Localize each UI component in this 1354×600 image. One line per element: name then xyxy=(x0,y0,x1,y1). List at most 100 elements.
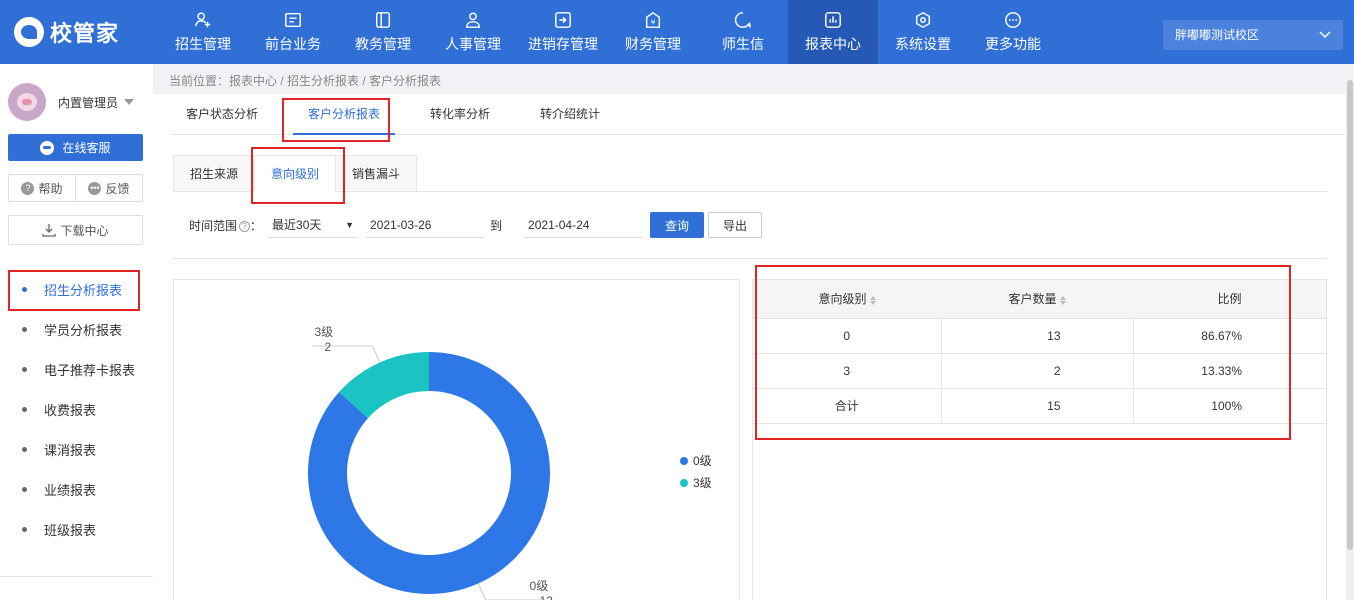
nav-item-more[interactable]: 更多功能 xyxy=(968,0,1058,64)
nav-item-finance[interactable]: ¥ 财务管理 xyxy=(608,0,698,64)
nav-label: 前台业务 xyxy=(265,36,321,52)
nav-item-messaging[interactable]: 师生信 xyxy=(698,0,788,64)
time-range-value: 最近30天 xyxy=(272,218,322,232)
slice-value-1: 2 xyxy=(324,340,331,354)
tab-referral-stats[interactable]: 转介绍统计 xyxy=(525,94,615,135)
question-icon: ? xyxy=(21,181,35,195)
scrollbar-thumb[interactable] xyxy=(1347,80,1353,550)
sort-icon[interactable] xyxy=(870,296,876,305)
help-button[interactable]: ? 帮助 xyxy=(9,175,75,201)
report-menu: 招生分析报表 学员分析报表 电子推荐卡报表 收费报表 课消报表 业绩报表 班级报… xyxy=(0,269,153,549)
chat-bubble-icon xyxy=(40,140,55,155)
nav-item-front-desk[interactable]: 前台业务 xyxy=(248,0,338,64)
desk-icon xyxy=(283,10,303,30)
nav-item-enrollment[interactable]: 招生管理 xyxy=(158,0,248,64)
sidebar-collapse[interactable] xyxy=(0,576,153,600)
header-intention-level[interactable]: 意向级别 xyxy=(753,280,941,319)
cell-count: 13 xyxy=(941,318,1134,354)
menu-label: 业绩报表 xyxy=(44,482,97,498)
nav-label: 人事管理 xyxy=(445,36,501,52)
leader-line-1 xyxy=(312,345,381,363)
tab-customer-status[interactable]: 客户状态分析 xyxy=(171,94,273,135)
main-nav: 招生管理 前台业务 教务管理 人事管理 进销存管理 ¥ 财务管理 师生信 报表中 xyxy=(158,0,1058,64)
nav-item-settings[interactable]: 系统设置 xyxy=(878,0,968,64)
nav-label: 系统设置 xyxy=(895,36,951,52)
time-range-select[interactable]: 最近30天 ▼ xyxy=(268,212,359,238)
menu-item-fee-report[interactable]: 收费报表 xyxy=(0,389,153,429)
start-date-input[interactable]: 2021-03-26 xyxy=(366,212,485,238)
report-tabs: 客户状态分析 客户分析报表 转化率分析 转介绍统计 xyxy=(171,94,1345,135)
query-button[interactable]: 查询 xyxy=(650,212,705,238)
app-logo[interactable]: 校管家 xyxy=(14,16,119,48)
tab-customer-analysis[interactable]: 客户分析报表 xyxy=(293,94,396,135)
help-label: 帮助 xyxy=(38,181,63,196)
cell-total-label: 合计 xyxy=(753,388,942,424)
menu-item-class-report[interactable]: 班级报表 xyxy=(0,509,153,549)
end-date-input[interactable]: 2021-04-24 xyxy=(524,212,643,238)
slice-value-0: 13 xyxy=(540,594,554,600)
cell-total-count: 15 xyxy=(941,388,1134,424)
header-ratio: 比例 xyxy=(1133,280,1326,319)
to-label: 到 xyxy=(490,218,503,233)
svg-text:¥: ¥ xyxy=(651,18,656,27)
bullet-icon xyxy=(22,446,27,452)
campus-selector[interactable]: 胖嘟嘟测试校区 xyxy=(1163,20,1343,50)
menu-item-student-report[interactable]: 学员分析报表 xyxy=(0,309,153,349)
cell-ratio: 86.67% xyxy=(1133,318,1326,354)
feedback-button[interactable]: ••• 反馈 xyxy=(75,175,142,201)
menu-item-referral-card-report[interactable]: 电子推荐卡报表 xyxy=(0,349,153,389)
main-panel: 客户状态分析 客户分析报表 转化率分析 转介绍统计 招生来源 意向级别 销售漏斗… xyxy=(153,94,1354,600)
help-icon[interactable]: ? xyxy=(239,220,251,232)
legend-marker-0[interactable] xyxy=(680,457,688,465)
export-button[interactable]: 导出 xyxy=(708,212,763,238)
nav-item-academic[interactable]: 教务管理 xyxy=(338,0,428,64)
header-customer-count[interactable]: 客户数量 xyxy=(941,280,1133,319)
legend-label-0[interactable]: 0级 xyxy=(693,454,712,468)
more-icon xyxy=(1003,10,1023,30)
user-profile[interactable]: 内置管理员 xyxy=(8,82,148,122)
top-navigation-bar: 校管家 招生管理 前台业务 教务管理 人事管理 进销存管理 ¥ 财务管理 师生信… xyxy=(0,0,1354,64)
analysis-subtabs: 招生来源 意向级别 销售漏斗 xyxy=(173,155,1327,192)
person-icon xyxy=(463,10,483,30)
nav-item-inventory[interactable]: 进销存管理 xyxy=(518,0,608,64)
feedback-label: 反馈 xyxy=(105,181,130,196)
download-center-button[interactable]: 下载中心 xyxy=(8,215,143,245)
menu-label: 班级报表 xyxy=(44,522,97,538)
page-scrollbar[interactable] xyxy=(1346,80,1354,600)
legend-label-1[interactable]: 3级 xyxy=(693,476,712,490)
nav-label: 财务管理 xyxy=(625,36,681,52)
menu-item-lesson-report[interactable]: 课消报表 xyxy=(0,429,153,469)
sort-icon[interactable] xyxy=(1060,296,1066,305)
table-total-row: 合计 15 100% xyxy=(753,388,1326,424)
bullet-icon xyxy=(22,406,27,412)
nav-item-hr[interactable]: 人事管理 xyxy=(428,0,518,64)
menu-item-performance-report[interactable]: 业绩报表 xyxy=(0,469,153,509)
book-icon xyxy=(373,10,393,30)
menu-label: 收费报表 xyxy=(44,402,97,418)
cell-level: 0 xyxy=(753,318,942,354)
filter-bar: 时间范围?： 最近30天 ▼ 2021-03-26 到 2021-04-24 查… xyxy=(189,212,763,238)
legend-marker-1[interactable] xyxy=(680,479,688,487)
slice-label-0: 0级 xyxy=(530,579,549,593)
online-support-button[interactable]: 在线客服 xyxy=(8,134,143,161)
tab-intention-level[interactable]: 意向级别 xyxy=(254,155,337,192)
nav-label: 报表中心 xyxy=(805,36,861,52)
money-icon: ¥ xyxy=(643,10,663,30)
dropdown-arrow-icon: ▼ xyxy=(345,219,355,230)
nav-item-reports[interactable]: 报表中心 xyxy=(788,0,878,64)
download-center-label: 下载中心 xyxy=(60,223,109,238)
tab-enrollment-source[interactable]: 招生来源 xyxy=(173,155,256,192)
logo-icon xyxy=(14,17,44,47)
download-icon xyxy=(42,224,57,237)
campus-name: 胖嘟嘟测试校区 xyxy=(1175,28,1260,42)
tab-sales-funnel[interactable]: 销售漏斗 xyxy=(335,155,418,192)
tab-conversion-rate[interactable]: 转化率分析 xyxy=(415,94,505,135)
bullet-icon xyxy=(22,526,27,532)
nav-label: 教务管理 xyxy=(355,36,411,52)
cell-ratio: 13.33% xyxy=(1133,353,1326,389)
slice-label-1: 3级 xyxy=(314,325,333,339)
ellipsis-icon: ••• xyxy=(88,181,102,195)
gear-icon xyxy=(913,10,933,30)
breadcrumb: 当前位置：报表中心 / 招生分析报表 / 客户分析报表 xyxy=(169,74,442,88)
menu-item-enrollment-report[interactable]: 招生分析报表 xyxy=(0,269,153,309)
